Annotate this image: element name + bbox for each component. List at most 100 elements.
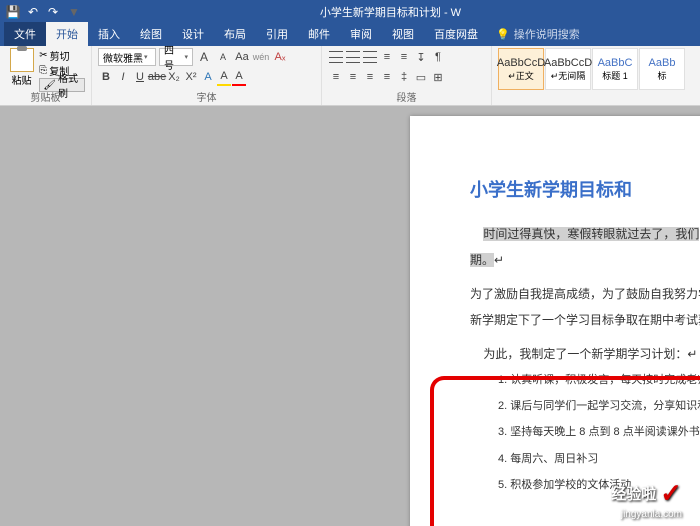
text-effect-button[interactable]: A	[200, 68, 216, 86]
paragraph: 为此，我制定了一个新学期学习计划：↵	[470, 342, 700, 366]
show-marks-button[interactable]: ¶	[430, 48, 446, 66]
multilevel-button[interactable]	[362, 48, 378, 66]
paste-button[interactable]: 粘贴	[6, 48, 37, 92]
style-normal[interactable]: AaBbCcD ↵正文	[498, 48, 544, 90]
document-title: 小学生新学期目标和计划 - W	[81, 4, 700, 20]
tab-layout[interactable]: 布局	[214, 22, 256, 46]
grow-font-button[interactable]: A	[196, 48, 212, 66]
style-preview: AaBbCcD	[497, 57, 545, 69]
paragraph: 时间过得真快，寒假转眼就过去了，我们	[470, 222, 700, 246]
list-item: 课后与同学们一起学习交流，分享知识和学习心得	[498, 394, 700, 418]
highlight-button[interactable]: A	[217, 68, 231, 86]
decrease-indent-button[interactable]: ≡	[379, 48, 395, 66]
phonetic-button[interactable]: wén	[253, 48, 269, 66]
doc-heading: 小学生新学期目标和	[470, 176, 700, 202]
font-color-button[interactable]: A	[232, 68, 246, 86]
quick-access-toolbar: 💾 ↶ ↷ ▼	[0, 5, 81, 19]
underline-button[interactable]: U	[132, 68, 148, 86]
copy-icon: ⎘	[39, 65, 47, 76]
subscript-button[interactable]: X₂	[166, 68, 182, 86]
numbering-button[interactable]	[345, 48, 361, 66]
font-group-label: 字体	[92, 89, 321, 104]
selected-text: 时间过得真快，寒假转眼就过去了，我们	[483, 227, 699, 241]
font-name-value: 微软雅黑	[103, 50, 143, 65]
sort-button[interactable]: ↧	[413, 48, 429, 66]
tab-mailings[interactable]: 邮件	[298, 22, 340, 46]
font-name-select[interactable]: 微软雅黑▾	[98, 48, 156, 66]
tab-review[interactable]: 审阅	[340, 22, 382, 46]
save-icon[interactable]: 💾	[6, 5, 20, 19]
lightbulb-icon: 💡	[496, 28, 510, 41]
watermark-text: 经验啦	[611, 483, 656, 504]
tell-me-label: 操作说明搜索	[514, 26, 580, 42]
qat-dropdown-icon[interactable]: ▼	[67, 5, 81, 19]
bullets-icon	[329, 51, 343, 63]
style-nospacing[interactable]: AaBbCcD ↵无间隔	[545, 48, 591, 90]
paste-icon	[10, 48, 34, 72]
style-heading2[interactable]: AaBb 标	[639, 48, 685, 90]
change-case-button[interactable]: Aa	[234, 48, 250, 66]
group-styles: AaBbCcD ↵正文 AaBbCcD ↵无间隔 AaBbC 标题 1 AaBb…	[492, 46, 700, 105]
group-font: 微软雅黑▾ 四号▾ A A Aa wén Aₓ B I U abe X₂ X² …	[92, 46, 322, 105]
paragraph-group-label: 段落	[322, 89, 491, 104]
font-size-select[interactable]: 四号▾	[159, 48, 193, 66]
line-spacing-button[interactable]: ‡	[396, 68, 412, 86]
title-bar: 💾 ↶ ↷ ▼ 小学生新学期目标和计划 - W	[0, 0, 700, 24]
align-left-button[interactable]: ≡	[328, 68, 344, 86]
list-item: 每周六、周日补习	[498, 447, 700, 471]
italic-button[interactable]: I	[115, 68, 131, 86]
numbering-icon	[346, 51, 360, 63]
style-preview: AaBbC	[598, 57, 633, 69]
selected-text: 期。	[470, 253, 494, 267]
clipboard-group-label: 剪贴板	[0, 89, 91, 104]
list-item: 坚持每天晚上 8 点到 8 点半阅读课外书 25 分钟。	[498, 420, 700, 444]
document-area[interactable]: 小学生新学期目标和 时间过得真快，寒假转眼就过去了，我们 期。↵ 为了激励自我提…	[0, 106, 700, 526]
watermark-url: jingyanla.com	[621, 509, 682, 520]
page[interactable]: 小学生新学期目标和 时间过得真快，寒假转眼就过去了，我们 期。↵ 为了激励自我提…	[410, 116, 700, 526]
cut-button[interactable]: ✂剪切	[39, 48, 85, 62]
redo-icon[interactable]: ↷	[46, 5, 60, 19]
paragraph: 为了激励自我提高成绩，为了鼓励自我努力学习，为了不辜	[470, 282, 700, 306]
bold-button[interactable]: B	[98, 68, 114, 86]
paste-label: 粘贴	[12, 72, 32, 87]
tab-home[interactable]: 开始	[46, 22, 88, 46]
paragraph: 新学期定下了一个学习目标争取在期中考试获得全校前三名	[470, 308, 700, 332]
paragraph-text: 为此，我制定了一个新学期学习计划：	[483, 347, 687, 361]
tab-insert[interactable]: 插入	[88, 22, 130, 46]
ribbon: 粘贴 ✂剪切 ⎘复制 🖌格式刷 剪贴板 微软雅黑▾ 四号▾ A A Aa wén…	[0, 46, 700, 106]
undo-icon[interactable]: ↶	[26, 5, 40, 19]
shading-button[interactable]: ▭	[413, 68, 429, 86]
tab-references[interactable]: 引用	[256, 22, 298, 46]
clear-format-button[interactable]: Aₓ	[272, 48, 288, 66]
tab-file[interactable]: 文件	[4, 22, 46, 46]
tab-baidu[interactable]: 百度网盘	[424, 22, 488, 46]
style-name: 标题 1	[602, 69, 628, 82]
shrink-font-button[interactable]: A	[215, 48, 231, 66]
align-center-button[interactable]: ≡	[345, 68, 361, 86]
style-name: 标	[657, 69, 666, 82]
style-heading1[interactable]: AaBbC 标题 1	[592, 48, 638, 90]
watermark: 经验啦 ✓ jingyanla.com	[611, 478, 682, 520]
style-preview: AaBbCcD	[544, 57, 592, 69]
strikethrough-button[interactable]: abe	[149, 68, 165, 86]
tell-me-search[interactable]: 💡 操作说明搜索	[488, 22, 588, 46]
multilevel-icon	[363, 51, 377, 63]
style-preview: AaBb	[649, 57, 676, 69]
paragraph: 期。↵	[470, 248, 700, 272]
tab-view[interactable]: 视图	[382, 22, 424, 46]
scissors-icon: ✂	[39, 50, 47, 61]
checkmark-icon: ✓	[660, 478, 682, 509]
align-right-button[interactable]: ≡	[362, 68, 378, 86]
justify-button[interactable]: ≡	[379, 68, 395, 86]
style-name: ↵正文	[508, 69, 534, 82]
increase-indent-button[interactable]: ≡	[396, 48, 412, 66]
superscript-button[interactable]: X²	[183, 68, 199, 86]
group-clipboard: 粘贴 ✂剪切 ⎘复制 🖌格式刷 剪贴板	[0, 46, 92, 105]
bullets-button[interactable]	[328, 48, 344, 66]
borders-button[interactable]: ⊞	[430, 68, 446, 86]
style-name: ↵无间隔	[551, 69, 586, 82]
ribbon-tabs: 文件 开始 插入 绘图 设计 布局 引用 邮件 审阅 视图 百度网盘 💡 操作说…	[0, 24, 700, 46]
cut-label: 剪切	[50, 48, 70, 63]
list-item: 认真听课，积极发言，每天按时完成老师布置的课	[498, 368, 700, 392]
group-paragraph: ≡ ≡ ↧ ¶ ≡ ≡ ≡ ≡ ‡ ▭ ⊞ 段落	[322, 46, 492, 105]
